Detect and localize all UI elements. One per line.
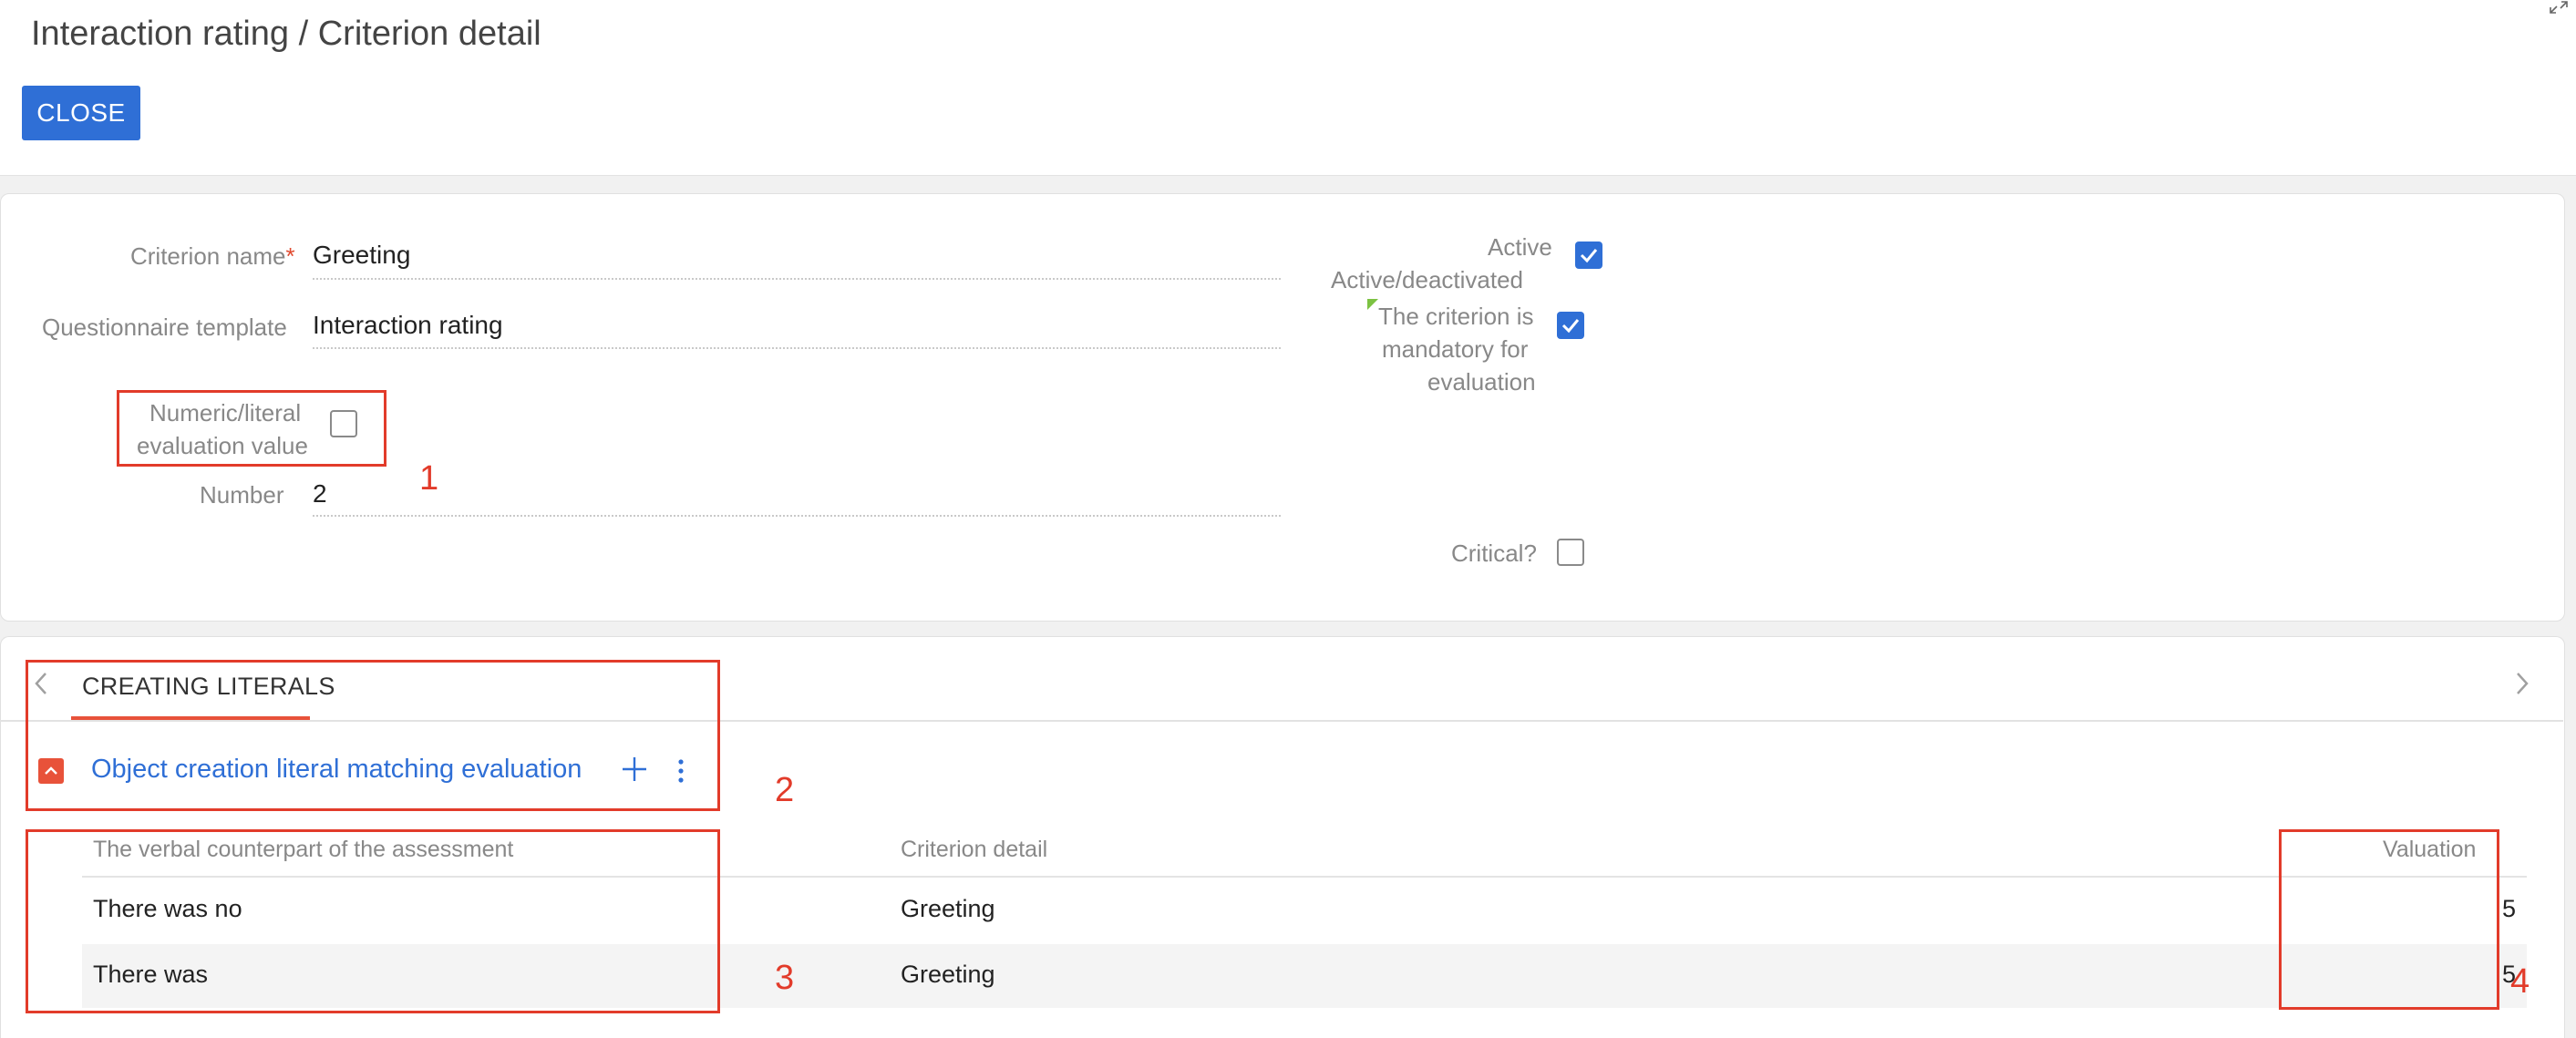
number-label: Number [200,481,284,509]
close-button[interactable]: CLOSE [22,86,140,140]
criterion-name-label: Criterion name* [130,242,295,270]
number-underline [313,515,1281,517]
mandatory-checkbox[interactable] [1557,312,1584,339]
mandatory-label-line1: The criterion is [1378,303,1534,330]
critical-checkbox[interactable] [1557,539,1584,566]
numeric-literal-checkbox[interactable] [330,410,357,437]
active-label-line2: Active/deactivated [1331,266,1524,293]
page-header: Interaction rating / Criterion detail CL… [0,0,2576,176]
annotation-box-3 [26,829,720,1013]
numeric-literal-label-line2: evaluation value [137,432,308,459]
questionnaire-template-label: Questionnaire template [42,313,287,341]
active-label-line1: Active [1488,233,1552,261]
tab-scroll-right-icon[interactable] [2514,669,2530,704]
collapse-icon[interactable] [38,758,64,784]
annotation-number-4: 4 [2510,962,2530,1001]
numeric-literal-label-line1: Numeric/literal [149,399,302,427]
annotation-number-1: 1 [419,459,439,498]
criterion-name-underline [313,278,1281,280]
check-icon [1580,249,1598,263]
critical-label: Critical? [1451,540,1537,567]
more-options-icon[interactable] [675,756,687,786]
column-header-criterion-detail[interactable]: Criterion detail [901,837,1047,863]
check-icon [1561,319,1580,334]
questionnaire-template-field[interactable]: Interaction rating [313,311,503,340]
criterion-name-field[interactable]: Greeting [313,241,410,270]
questionnaire-template-underline [313,347,1281,349]
annotation-box-2 [26,660,720,811]
annotation-box-4 [2279,829,2499,1010]
expand-icon[interactable] [2549,0,2572,15]
cell-criterion-detail: Greeting [901,895,995,922]
cell-criterion-detail: Greeting [901,961,995,988]
active-checkbox[interactable] [1575,242,1602,269]
mandatory-label-line2: mandatory for [1382,335,1529,363]
annotation-number-3: 3 [775,959,795,997]
page-title: Interaction rating / Criterion detail [31,15,541,53]
number-field[interactable]: 2 [313,479,327,509]
mandatory-label-line3: evaluation [1427,368,1536,396]
hint-corner-icon [1367,299,1378,310]
annotation-number-2: 2 [775,771,795,809]
add-icon[interactable] [620,755,649,784]
section-title[interactable]: Object creation literal matching evaluat… [91,755,582,785]
